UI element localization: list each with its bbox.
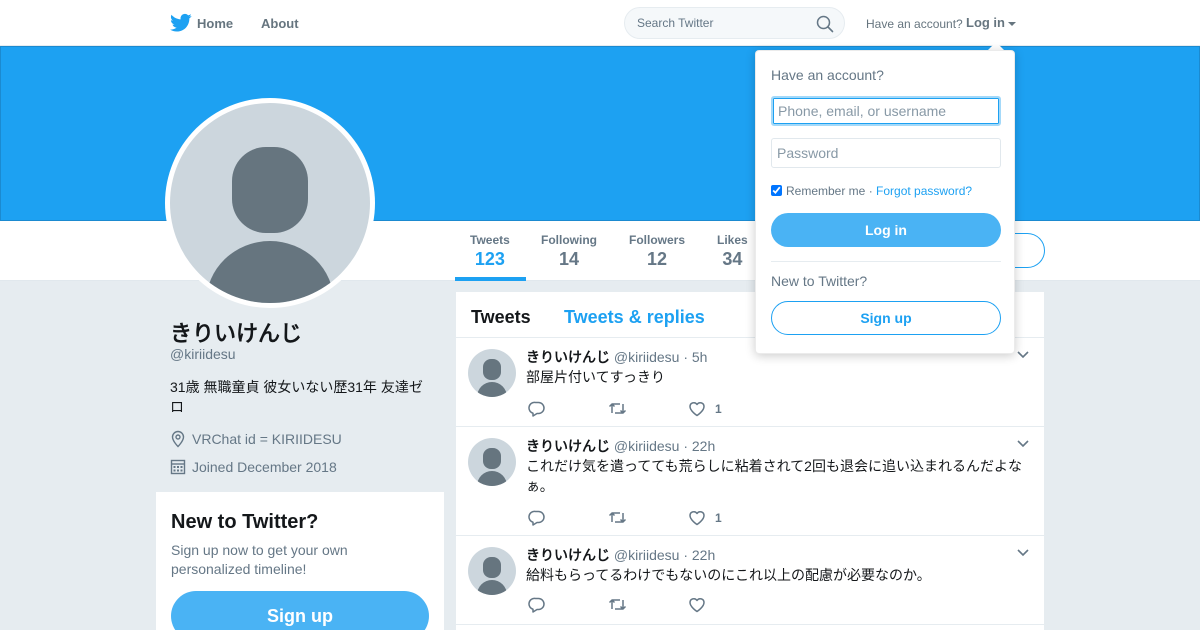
reply-icon <box>528 597 545 613</box>
stat-value: 12 <box>646 249 668 269</box>
forgot-password-link[interactable]: Forgot password? <box>876 184 972 198</box>
login-dropdown: Have an account? Remember me · Forgot pa… <box>755 50 1015 354</box>
tweet-text: これだけ気を遣ってても荒らしに粘着されて2回も退会に追い込まれるんだよなぁ。 <box>526 458 1022 494</box>
have-account-text: Have an account? <box>866 17 963 31</box>
stat-tweets[interactable]: Tweets 123 <box>470 233 510 270</box>
stat-label: Following <box>541 233 597 247</box>
remember-me-checkbox[interactable] <box>771 185 782 196</box>
default-user-icon <box>477 557 507 595</box>
default-user-icon <box>206 147 334 303</box>
like-count: 1 <box>715 511 722 525</box>
profile-handle[interactable]: @kiriidesu <box>170 346 236 362</box>
divider <box>771 261 1001 262</box>
heart-icon <box>689 598 705 613</box>
login-dropdown-toggle[interactable]: Log in <box>966 15 1016 30</box>
like-count: 1 <box>715 402 722 416</box>
tweet-header: きりいけんじ @kiriidesu · 22h <box>526 436 715 456</box>
location-pin-icon <box>171 430 185 448</box>
stat-value: 123 <box>474 249 505 269</box>
separator-dot: · <box>865 184 877 198</box>
twitter-bird-icon[interactable] <box>170 13 192 33</box>
signup-card-text: Sign up now to get your own personalized… <box>171 542 348 577</box>
signup-card: New to Twitter? Sign up now to get your … <box>156 492 444 630</box>
calendar-icon <box>170 459 186 475</box>
default-user-icon <box>477 359 507 397</box>
stat-label: Likes <box>717 233 748 247</box>
retweet-icon <box>608 599 627 610</box>
search-box[interactable] <box>624 7 845 39</box>
chevron-down-icon[interactable] <box>1016 439 1030 449</box>
tweet-text: 給料もらってるわけでもないのにこれ以上の配慮が必要なのか。 <box>526 567 931 583</box>
tweet-header: きりいけんじ @kiriidesu · 22h <box>526 545 715 565</box>
retweet-icon <box>608 512 627 523</box>
tweet-actions <box>526 595 826 615</box>
tweet-author-name[interactable]: きりいけんじ <box>526 438 610 454</box>
tweet-avatar[interactable] <box>468 547 516 595</box>
new-to-twitter-text: New to Twitter? <box>771 273 868 289</box>
stat-likes[interactable]: Likes 34 <box>717 233 748 270</box>
stat-value: 34 <box>722 249 743 269</box>
tweet-avatar[interactable] <box>468 349 516 397</box>
active-stat-underline <box>455 277 526 281</box>
signup-card-button[interactable]: Sign up <box>171 591 429 630</box>
default-user-icon <box>477 448 507 486</box>
login-button[interactable]: Log in <box>771 213 1001 247</box>
tweet-author-name[interactable]: きりいけんじ <box>526 349 610 365</box>
tweet-meta[interactable]: @kiriidesu · 22h <box>614 438 715 454</box>
chevron-down-icon[interactable] <box>1016 350 1030 360</box>
tab-tweets[interactable]: Tweets <box>471 307 531 328</box>
signup-card-title: New to Twitter? <box>171 511 319 533</box>
remember-me-row: Remember me · Forgot password? <box>771 184 972 198</box>
reply-icon <box>528 401 545 417</box>
tweet-meta[interactable]: @kiriidesu · 5h <box>614 349 708 365</box>
password-field[interactable] <box>771 138 1001 168</box>
reply-icon <box>528 510 545 526</box>
username-field[interactable] <box>771 96 1001 126</box>
search-input[interactable] <box>637 16 807 30</box>
top-navigation-bar: Home About Have an account? Log in <box>0 0 1200 46</box>
tweet-meta[interactable]: @kiriidesu · 22h <box>614 547 715 563</box>
stat-label: Followers <box>629 233 686 247</box>
heart-icon <box>689 402 705 417</box>
signup-button[interactable]: Sign up <box>771 301 1001 335</box>
stat-value: 14 <box>558 249 580 269</box>
avatar <box>170 103 370 303</box>
tweet-actions: 1 <box>526 399 826 419</box>
nav-about-link[interactable]: About <box>261 16 299 31</box>
search-icon[interactable] <box>816 15 834 33</box>
stat-label: Tweets <box>470 233 510 247</box>
retweet-icon <box>608 403 627 414</box>
joined-text: Joined December 2018 <box>192 459 337 475</box>
tweet-actions: 1 <box>526 508 826 528</box>
remember-me-label[interactable]: Remember me <box>786 184 865 198</box>
stat-following[interactable]: Following 14 <box>541 233 597 270</box>
dropdown-title: Have an account? <box>771 67 884 83</box>
profile-name: きりいけんじ <box>170 321 303 346</box>
profile-bio: 31歳 無職童貞 彼女いない歴31年 友達ゼロ <box>170 379 423 415</box>
login-toggle-label[interactable]: Log in <box>966 15 1005 30</box>
heart-icon <box>689 511 705 526</box>
location-text: VRChat id = KIRIIDESU <box>192 431 342 447</box>
profile-avatar[interactable] <box>165 98 375 308</box>
tweet-header: きりいけんじ @kiriidesu · 5h <box>526 347 707 367</box>
tweet-author-name[interactable]: きりいけんじ <box>526 547 610 563</box>
tweet-avatar[interactable] <box>468 438 516 486</box>
stat-followers[interactable]: Followers 12 <box>629 233 685 270</box>
tab-tweets-and-replies[interactable]: Tweets & replies <box>564 307 705 328</box>
chevron-down-icon[interactable] <box>1016 548 1030 558</box>
tweet[interactable]: きりいけんじ @kiriidesu · 22h これだけ気を遣ってても荒らしに粘… <box>456 427 1044 536</box>
tweet-text: 部屋片付いてすっきり <box>526 369 666 385</box>
caret-down-icon[interactable] <box>1008 21 1016 26</box>
tweet[interactable]: きりいけんじ @kiriidesu · 22h 給料もらってるわけでもないのにこ… <box>456 536 1044 625</box>
nav-home-link[interactable]: Home <box>197 16 233 31</box>
